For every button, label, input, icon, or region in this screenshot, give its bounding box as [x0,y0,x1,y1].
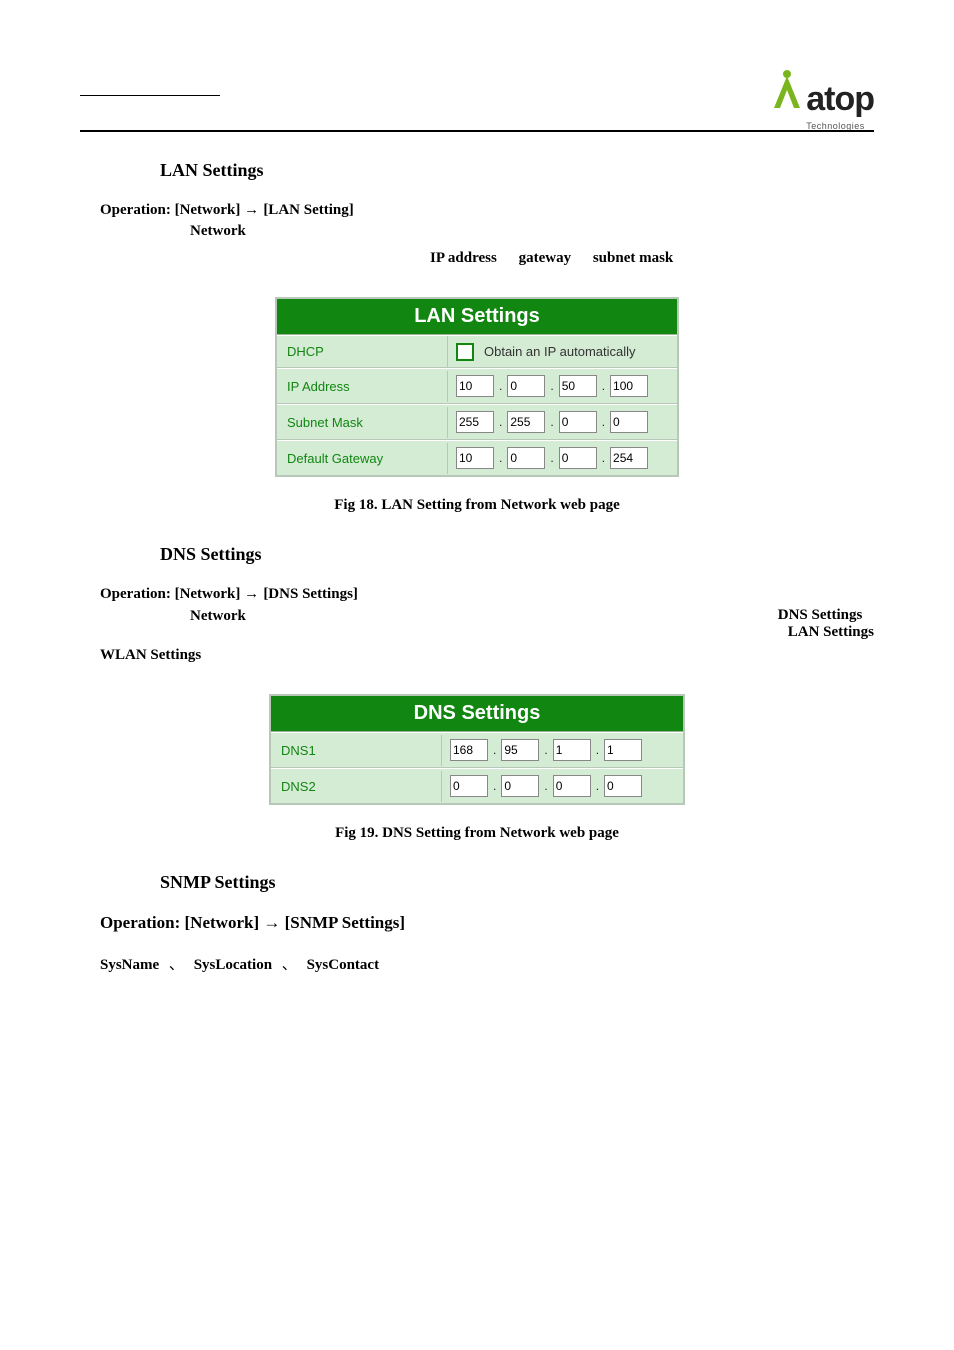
sys-line: SysName 、 SysLocation 、 SysContact [100,953,854,974]
dot-icon: . [549,415,554,429]
sys-name: SysName [100,957,159,973]
arrow-icon: → [244,585,263,602]
label-sn: subnet mask [593,250,673,266]
separator-icon: 、 [169,953,184,974]
sn-octet-1[interactable] [456,411,494,433]
dot-icon: . [543,743,548,757]
dot-icon: . [595,779,600,793]
sys-location: SysLocation [194,957,272,973]
op-target: [DNS Settings] [263,586,358,602]
gw-octet-4[interactable] [610,447,648,469]
dot-icon: . [601,451,606,465]
row-subnet: Subnet Mask . . . [277,404,677,440]
label-gateway: Default Gateway [277,443,448,474]
op-prefix: Operation: [Network] [100,202,240,218]
op-target: [SNMP Settings] [285,913,405,932]
dot-icon: . [543,779,548,793]
label-dns1: DNS1 [271,735,442,766]
panel-title-lan: LAN Settings [277,299,677,335]
label-ip: IP address [430,250,497,266]
label-ip-address: IP Address [277,371,448,402]
arrow-icon: → [263,913,284,932]
dot-icon: . [601,379,606,393]
row-dns2: DNS2 . . . [271,768,683,803]
dot-icon: . [498,451,503,465]
ip-octet-4[interactable] [610,375,648,397]
dns1-octet-4[interactable] [604,739,642,761]
arrow-icon: → [244,201,263,218]
section-heading-snmp: SNMP Settings [160,872,854,893]
dns1-octet-2[interactable] [501,739,539,761]
dot-icon: . [498,415,503,429]
dot-icon: . [492,779,497,793]
dhcp-checkbox[interactable] [456,343,474,361]
ip-octet-1[interactable] [456,375,494,397]
dns2-octet-1[interactable] [450,775,488,797]
sub-network-lan: Network [190,223,854,240]
brand-logo: atop Technologies [770,70,874,134]
section-heading-lan: LAN Settings [160,160,854,181]
label-subnet: Subnet Mask [277,407,448,438]
brand-mark-icon [770,70,804,110]
separator-icon: 、 [282,953,297,974]
lan-settings-panel: LAN Settings DHCP Obtain an IP automatic… [275,297,679,477]
header-underline [80,95,220,96]
dns1-octet-3[interactable] [553,739,591,761]
lan-label-line: IP address gateway subnet mask [430,250,854,267]
ip-octet-3[interactable] [559,375,597,397]
operation-line-snmp: Operation: [Network] → [SNMP Settings] [100,913,854,933]
dot-icon: . [601,415,606,429]
right-lan-settings: LAN Settings [788,624,874,641]
sn-octet-3[interactable] [559,411,597,433]
row-ip: IP Address . . . [277,368,677,404]
row-dns1: DNS1 . . . [271,732,683,768]
dns-settings-panel: DNS Settings DNS1 . . . DNS2 . . [269,694,685,805]
gw-octet-2[interactable] [507,447,545,469]
header-rule [80,130,874,132]
op-prefix: Operation: [Network] [100,586,240,602]
dot-icon: . [498,379,503,393]
wlan-settings-label: WLAN Settings [100,647,854,664]
brand-name: atop [806,80,874,118]
dhcp-text: Obtain an IP automatically [484,344,636,359]
panel-title-dns: DNS Settings [271,696,683,732]
gw-octet-1[interactable] [456,447,494,469]
op-prefix: Operation: [Network] [100,913,259,932]
dns2-octet-3[interactable] [553,775,591,797]
label-dns2: DNS2 [271,771,442,802]
op-target: [LAN Setting] [263,202,353,218]
operation-line-dns: Operation: [Network] → [DNS Settings] [100,585,854,603]
sub-network-dns: Network [190,608,246,625]
label-dhcp: DHCP [277,336,448,367]
dns2-octet-4[interactable] [604,775,642,797]
sn-octet-2[interactable] [507,411,545,433]
section-heading-dns: DNS Settings [160,544,854,565]
right-dns-settings: DNS Settings [778,607,874,624]
operation-line-lan: Operation: [Network] → [LAN Setting] [100,201,854,219]
gw-octet-3[interactable] [559,447,597,469]
dot-icon: . [492,743,497,757]
label-gw: gateway [519,250,572,266]
dot-icon: . [549,451,554,465]
caption-dns: Fig 19. DNS Setting from Network web pag… [100,825,854,842]
dns1-octet-1[interactable] [450,739,488,761]
ip-octet-2[interactable] [507,375,545,397]
dns2-octet-2[interactable] [501,775,539,797]
caption-lan: Fig 18. LAN Setting from Network web pag… [100,497,854,514]
dot-icon: . [595,743,600,757]
row-dhcp: DHCP Obtain an IP automatically [277,335,677,368]
sn-octet-4[interactable] [610,411,648,433]
sys-contact: SysContact [307,957,380,973]
row-gateway: Default Gateway . . . [277,440,677,475]
dot-icon: . [549,379,554,393]
